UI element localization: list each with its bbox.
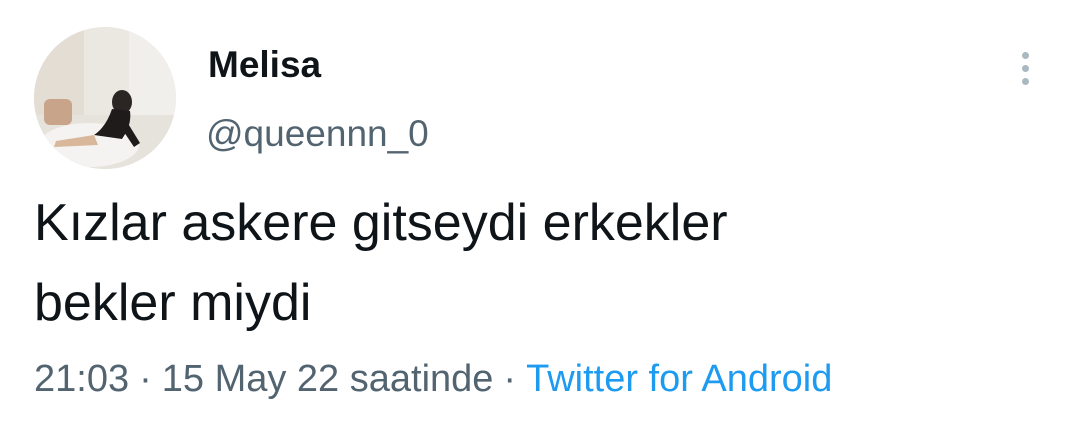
more-options-button[interactable] bbox=[1010, 44, 1042, 92]
tweet-text: Kızlar askere gitseydi erkekler bekler m… bbox=[34, 183, 1034, 343]
tweet-meta: 21:03 · 15 May 22 saatinde · Twitter for And… bbox=[34, 358, 832, 401]
tweet-source-link[interactable]: Twitter for Android bbox=[526, 358, 832, 400]
tweet-card: Melisa @queennn_0 Kızlar askere gitseydi… bbox=[0, 0, 1080, 436]
author-handle[interactable]: @queennn_0 bbox=[206, 113, 429, 155]
separator: · bbox=[503, 358, 517, 400]
separator: · bbox=[139, 358, 152, 400]
tweet-text-line: Kızlar askere gitseydi erkekler bbox=[34, 194, 728, 252]
avatar[interactable] bbox=[34, 27, 176, 169]
author-display-name[interactable]: Melisa bbox=[208, 44, 321, 86]
avatar-image bbox=[34, 27, 176, 169]
tweet-date[interactable]: 15 May 22 saatinde bbox=[162, 358, 494, 400]
tweet-time[interactable]: 21:03 bbox=[34, 358, 129, 400]
tweet-text-line: bekler miydi bbox=[34, 274, 312, 332]
